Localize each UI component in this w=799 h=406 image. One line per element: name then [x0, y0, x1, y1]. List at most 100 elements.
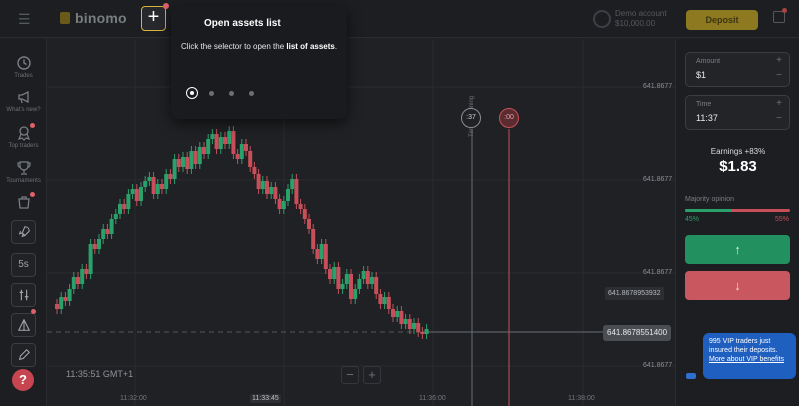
candle-body: [122, 204, 127, 209]
vip-link[interactable]: More about VIP benefits: [709, 356, 784, 363]
candle-body: [256, 174, 261, 189]
price-chart[interactable]: 641.8677 641.8677 641.8677 641.8677 641.…: [47, 39, 675, 406]
sidebar-item-shop[interactable]: [0, 194, 47, 212]
candle-body: [365, 271, 370, 284]
grid: [47, 39, 675, 406]
candle-body: [134, 189, 139, 201]
price-tick: 641.8677: [643, 176, 673, 183]
drawing-tools-button[interactable]: [11, 313, 36, 337]
help-button[interactable]: ?: [12, 369, 34, 391]
time-decrease-button[interactable]: −: [776, 113, 782, 124]
time-tick-current: 11:33:45: [250, 394, 281, 403]
candle-body: [151, 177, 156, 194]
sidebar-item-label: Trades: [14, 73, 33, 79]
step-dot[interactable]: [249, 91, 254, 96]
indicators-icon: [19, 289, 28, 301]
candle-body: [223, 137, 227, 144]
account-info: Demo account $10,000.00: [615, 9, 667, 29]
candle-body: [286, 189, 290, 201]
candle-body: [424, 329, 429, 334]
candle-body: [164, 174, 169, 189]
candle-body: [248, 151, 253, 167]
expiry-time-marker: :00: [499, 108, 519, 128]
time-tick: 11:32:00: [120, 395, 147, 402]
zoom-out-button[interactable]: −: [341, 366, 359, 384]
tooltip-text-end: .: [334, 42, 338, 51]
vip-text: 995 VIP traders just insured their depos…: [709, 338, 778, 354]
candle-body: [181, 157, 185, 167]
megaphone-icon: [17, 90, 29, 104]
majority-down-percent: 55%: [774, 216, 789, 223]
shop-icon: [17, 196, 30, 209]
sidebar-item-top-traders[interactable]: Top traders: [0, 125, 47, 149]
sidebar-item-whats-new[interactable]: What's new?: [0, 89, 47, 113]
purchase-time-marker: :37: [461, 108, 481, 128]
candle-body: [353, 289, 358, 299]
time-increase-button[interactable]: +: [776, 98, 782, 109]
sidebar-item-trades[interactable]: Trades: [0, 55, 47, 79]
candle-body: [407, 319, 412, 329]
deposit-button[interactable]: Deposit: [686, 10, 758, 30]
timeframe-button[interactable]: 5s: [11, 253, 36, 277]
step-dot[interactable]: [209, 91, 214, 96]
majority-up-percent: 45%: [685, 216, 700, 223]
account-switcher[interactable]: Demo account $10,000.00: [593, 8, 673, 30]
account-type: Demo account: [615, 9, 667, 18]
indicators-button[interactable]: [11, 283, 36, 307]
candle-body: [323, 244, 328, 269]
amount-value[interactable]: $1: [696, 70, 706, 80]
candle-body: [76, 277, 80, 284]
candle-body: [386, 297, 391, 309]
step-dot[interactable]: [229, 91, 234, 96]
down-button[interactable]: ↓: [685, 271, 790, 300]
candle-body: [416, 323, 421, 332]
candle-body: [374, 277, 379, 294]
amount-increase-button[interactable]: +: [776, 55, 782, 66]
drawing-icon: [17, 318, 30, 331]
majority-opinion-bar: [685, 209, 790, 212]
pencil-button[interactable]: [11, 343, 36, 367]
top-bar: ☰ binomo + Demo account $10,000.00 Deposi…: [0, 0, 799, 38]
avatar: [593, 10, 611, 28]
server-clock: 11:35:51 GMT+1: [66, 369, 134, 379]
price-line-label: 641.8678953932: [605, 287, 664, 300]
candle-body: [227, 131, 232, 144]
candle-body: [344, 274, 349, 284]
zoom-in-button[interactable]: +: [363, 366, 381, 384]
candle-body: [71, 277, 76, 289]
sidebar-item-tournaments[interactable]: Tournaments: [0, 160, 47, 184]
candle-body: [412, 323, 416, 329]
earnings-label: Earnings +83%: [710, 147, 766, 156]
logo[interactable]: binomo: [60, 10, 127, 26]
candle-body: [357, 279, 362, 289]
majority-opinion-label: Majority opinion: [685, 196, 735, 203]
vip-notification[interactable]: 995 VIP traders just insured their depos…: [703, 333, 796, 379]
candle-body: [113, 214, 118, 219]
trophy-icon: [16, 161, 31, 175]
candle-body: [231, 131, 236, 154]
step-dot-active[interactable]: [186, 87, 198, 99]
candle-body: [399, 311, 404, 324]
amount-field[interactable]: Amount $1 + −: [685, 52, 790, 87]
menu-icon[interactable]: ☰: [18, 11, 31, 28]
rocket-tool-button[interactable]: [11, 220, 36, 244]
logo-mark-icon: [60, 12, 70, 24]
candle-body: [189, 151, 194, 169]
add-asset-button[interactable]: +: [141, 6, 166, 31]
candle-body: [281, 201, 286, 209]
rocket-icon: [18, 226, 30, 238]
time-value[interactable]: 11:37: [696, 113, 718, 123]
time-field[interactable]: Time 11:37 + −: [685, 95, 790, 130]
candle-body: [273, 187, 278, 199]
candle-body: [147, 177, 152, 181]
candle-body: [395, 311, 400, 317]
candle-body: [88, 244, 93, 274]
amount-decrease-button[interactable]: −: [776, 70, 782, 81]
up-button[interactable]: ↑: [685, 235, 790, 264]
sidebar-item-label: Tournaments: [6, 178, 41, 184]
arrow-down-icon: ↓: [734, 278, 741, 293]
time-tick: 11:38:00: [568, 395, 595, 402]
candle-body: [197, 147, 202, 164]
earnings-value: $1.83: [719, 158, 757, 175]
tooltip-text: Click the selector to open the: [181, 42, 287, 51]
